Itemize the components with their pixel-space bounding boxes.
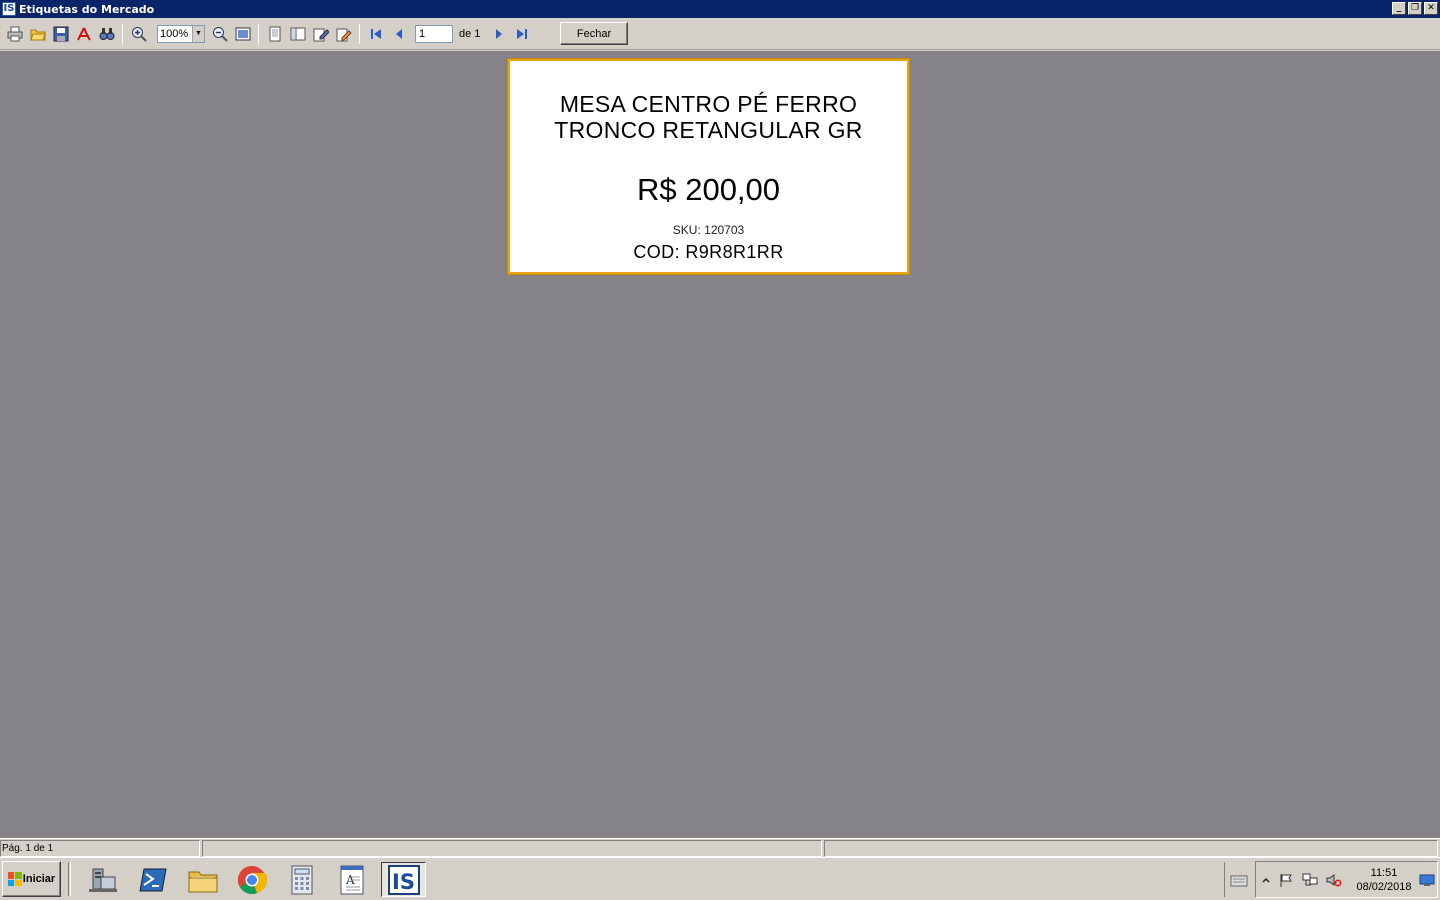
next-page-icon (496, 28, 503, 39)
start-button[interactable]: Iniciar (2, 861, 61, 897)
product-name-line2: TRONCO RETANGULAR GR (554, 117, 863, 143)
zoom-in-icon (132, 26, 147, 42)
show-desktop-button[interactable] (1419, 872, 1435, 888)
page-number-input[interactable]: 1 (415, 24, 453, 43)
find-binoculars-icon (99, 27, 115, 40)
clock-date: 08/02/2018 (1356, 881, 1412, 893)
speaker-muted-icon (1326, 874, 1342, 887)
pencil-icon (336, 28, 352, 41)
annotate-button[interactable] (333, 23, 355, 45)
single-page-icon (269, 26, 281, 41)
taskbar-clock[interactable]: 11:51 08/02/2018 (1352, 866, 1416, 894)
minimize-button[interactable]: _ (1392, 2, 1406, 15)
pdf-icon (77, 27, 91, 41)
keyboard-icon (1230, 875, 1247, 886)
zoom-out-button[interactable] (209, 23, 231, 45)
calculator-icon (291, 865, 313, 894)
chrome-icon (237, 865, 267, 894)
toolbar-separator (359, 23, 360, 44)
open-button[interactable] (27, 23, 49, 45)
clock-time: 11:51 (1370, 867, 1398, 879)
find-button[interactable] (96, 23, 118, 45)
edit-button[interactable] (310, 23, 332, 45)
restore-button[interactable]: ❐ (1408, 2, 1422, 15)
full-page-icon (235, 27, 251, 40)
single-page-button[interactable] (264, 23, 286, 45)
chevron-down-icon[interactable]: ▼ (192, 25, 204, 42)
is-app-button[interactable]: IS (381, 862, 426, 897)
last-page-button[interactable] (511, 23, 533, 45)
zoom-value: 100% (160, 27, 189, 40)
multi-page-button[interactable] (287, 23, 309, 45)
desktop-icon (1419, 874, 1435, 886)
print-button[interactable] (4, 23, 26, 45)
status-pane-2 (202, 840, 822, 857)
server-manager-button[interactable] (83, 862, 123, 897)
zoom-in-button[interactable] (128, 23, 150, 45)
prev-page-button[interactable] (388, 23, 410, 45)
product-price: R$ 200,00 (636, 172, 781, 207)
next-page-button[interactable] (488, 23, 510, 45)
product-name: MESA CENTRO PÉ FERRO TRONCO RETANGULAR G… (510, 91, 907, 143)
chrome-button[interactable] (232, 862, 272, 897)
status-pane-3 (824, 840, 1438, 857)
full-page-button[interactable] (232, 23, 254, 45)
file-explorer-icon (188, 871, 218, 892)
flag-icon (1280, 874, 1292, 887)
close-report-button[interactable]: Fechar (560, 22, 628, 45)
first-page-button[interactable] (365, 23, 387, 45)
product-code: COD: R9R8R1RR (633, 242, 784, 262)
save-icon (53, 26, 69, 41)
action-center-button[interactable] (1278, 872, 1294, 888)
file-explorer-button[interactable] (183, 862, 223, 897)
status-bar: Pág. 1 de 1 (0, 838, 1440, 857)
window-title: Etiquetas do Mercado (19, 2, 155, 16)
network-button[interactable] (1302, 872, 1318, 888)
taskbar: Iniciar A IS 11:51 08/02/2018 (0, 857, 1440, 900)
network-icon (1302, 873, 1318, 886)
calculator-button[interactable] (282, 862, 322, 897)
edit-icon (313, 28, 329, 41)
price-label-page: MESA CENTRO PÉ FERRO TRONCO RETANGULAR G… (508, 59, 909, 274)
report-toolbar: 100% ▼ 1 de 1 Fechar (0, 18, 1440, 50)
zoom-select[interactable]: 100% ▼ (157, 24, 205, 43)
powershell-icon (139, 868, 167, 891)
document-icon: A (340, 865, 364, 894)
windows-logo-icon (7, 872, 22, 886)
first-page-icon (371, 28, 381, 39)
product-sku: SKU: 120703 (672, 223, 745, 237)
chevron-up-icon (1262, 877, 1270, 883)
app-icon: IS (2, 2, 16, 16)
report-preview-area[interactable]: MESA CENTRO PÉ FERRO TRONCO RETANGULAR G… (0, 51, 1440, 838)
svg-text:IS: IS (392, 870, 415, 894)
close-window-button[interactable]: ✕ (1424, 2, 1438, 15)
window-title-bar[interactable]: IS Etiquetas do Mercado _ ❐ ✕ (0, 0, 1440, 18)
keyboard-language-button[interactable] (1224, 862, 1252, 897)
taskbar-grip[interactable] (68, 862, 71, 896)
toolbar-separator (122, 23, 123, 44)
is-app-icon: IS (387, 864, 420, 895)
export-pdf-button[interactable] (73, 23, 95, 45)
show-hidden-icons-button[interactable] (1258, 872, 1274, 888)
page-total-label: de 1 (459, 27, 481, 40)
prev-page-icon (396, 28, 402, 39)
status-page-info: Pág. 1 de 1 (0, 840, 200, 857)
server-manager-icon (89, 868, 117, 892)
toolbar-separator (258, 23, 259, 44)
powershell-button[interactable] (133, 862, 173, 897)
open-folder-icon (30, 29, 46, 40)
start-label: Iniciar (22, 873, 56, 885)
document-viewer-button[interactable]: A (332, 862, 372, 897)
zoom-out-icon (213, 26, 228, 42)
product-name-line1: MESA CENTRO PÉ FERRO (559, 91, 858, 117)
system-tray: 11:51 08/02/2018 (1255, 861, 1438, 898)
multi-page-icon (290, 27, 306, 40)
print-icon (7, 26, 23, 41)
last-page-icon (517, 28, 528, 39)
volume-button[interactable] (1326, 872, 1342, 888)
save-button[interactable] (50, 23, 72, 45)
